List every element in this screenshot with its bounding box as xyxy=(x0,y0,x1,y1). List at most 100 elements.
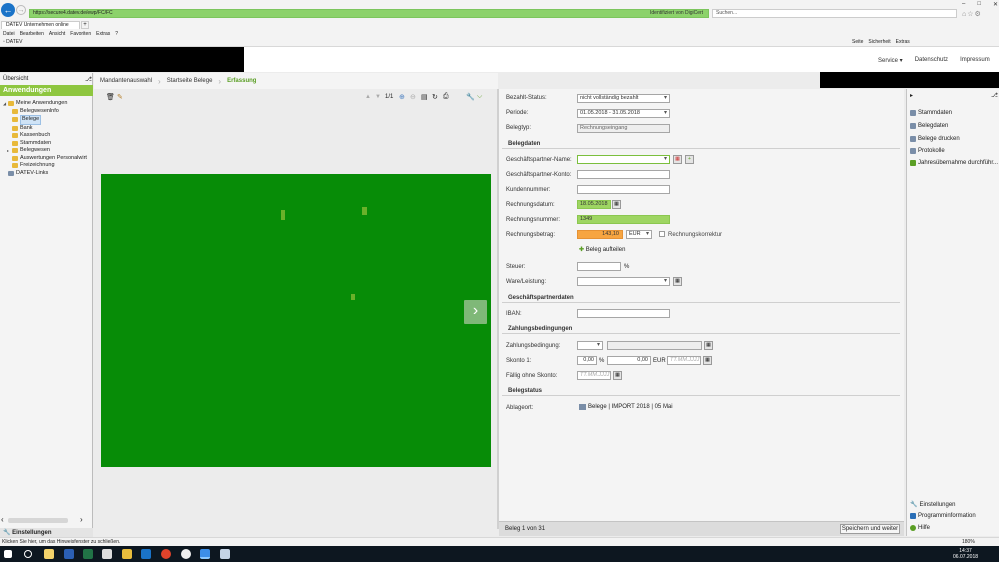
tool-sicherheit[interactable]: Sicherheit xyxy=(868,39,890,46)
calendar-icon[interactable]: ▦ xyxy=(703,356,712,365)
panel-stammdaten[interactable]: Stammdaten xyxy=(910,110,952,116)
tools-icon[interactable]: 🔧 xyxy=(466,93,475,101)
menu-favoriten[interactable]: Favoriten xyxy=(70,30,91,38)
close-icon[interactable]: ✕ xyxy=(993,1,998,9)
status-hint[interactable]: Klicken Sie hier, um das Hinweisfenster … xyxy=(2,539,120,545)
app2-icon[interactable] xyxy=(220,549,230,559)
zahlung-lookup-button[interactable]: ▦ xyxy=(704,341,713,350)
url-input[interactable]: https://secure4.datev.de/ewp/FC/FC xyxy=(29,9,709,18)
print-icon[interactable]: ⎙ xyxy=(443,93,449,101)
calculator-icon[interactable] xyxy=(102,549,112,559)
new-tab-icon[interactable]: + xyxy=(81,21,89,29)
zoom-in-icon[interactable]: ⊕ xyxy=(399,93,405,101)
fit-page-icon[interactable]: ▤ xyxy=(421,93,428,101)
tree-item-freizeichnung[interactable]: Freizeichnung xyxy=(3,162,87,170)
pin-icon[interactable]: ⎇ xyxy=(991,92,998,99)
back-arrow-icon[interactable]: ← xyxy=(1,3,15,17)
tree-item-datev-links[interactable]: DATEV-Links xyxy=(3,170,87,178)
ware-leistung-select[interactable] xyxy=(577,277,670,286)
gp-lookup-button[interactable]: ▦ xyxy=(673,155,682,164)
rotate-icon[interactable]: ↻ xyxy=(432,93,438,101)
collapse-panel-icon[interactable]: ▸ xyxy=(910,92,913,99)
favorites-star-icon[interactable]: ☆ xyxy=(967,11,974,18)
steuer-input[interactable] xyxy=(577,262,621,271)
panel-belege-drucken[interactable]: Belege drucken xyxy=(910,136,960,142)
menu-ansicht[interactable]: Ansicht xyxy=(49,30,65,38)
panel-protokolle[interactable]: Protokolle xyxy=(910,148,945,154)
tool-seite[interactable]: Seite xyxy=(852,39,863,46)
chrome-icon[interactable] xyxy=(161,549,171,559)
tool-extras[interactable]: Extras xyxy=(896,39,910,46)
kundennummer-input[interactable] xyxy=(577,185,670,194)
tree-item-bank[interactable]: Bank xyxy=(3,125,87,133)
menu-extras[interactable]: Extras xyxy=(96,30,110,38)
rechnungskorrektur-checkbox[interactable] xyxy=(659,231,665,237)
internet-explorer-icon[interactable] xyxy=(200,549,210,559)
calendar-icon[interactable]: ▦ xyxy=(612,200,621,209)
faellig-date-input[interactable]: TT.MM.JJJJ xyxy=(577,371,611,380)
menu-datei[interactable]: Datei xyxy=(3,30,15,38)
crumb-startseite[interactable]: Startseite Belege xyxy=(161,78,219,84)
rechnungsnummer-input[interactable]: 1349 xyxy=(577,215,670,224)
zoom-level[interactable]: 180% xyxy=(962,538,975,546)
tree-item-kassenbuch[interactable]: Kassenbuch xyxy=(3,132,87,140)
menu-bearbeiten[interactable]: Bearbeiten xyxy=(20,30,44,38)
crumb-mandantenauswahl[interactable]: Mandantenauswahl xyxy=(94,78,158,84)
explorer-icon[interactable] xyxy=(122,549,132,559)
word-icon[interactable] xyxy=(64,549,74,559)
delete-icon[interactable]: 🗑 xyxy=(106,93,115,101)
save-next-button[interactable]: Speichern und weiter xyxy=(840,524,900,534)
tree-item-belege[interactable]: Belege xyxy=(3,115,87,125)
forward-arrow-icon[interactable]: → xyxy=(16,5,26,15)
menu-help[interactable]: ? xyxy=(115,30,118,38)
datenschutz-link[interactable]: Datenschutz xyxy=(915,57,948,64)
tree-item-stammdaten[interactable]: Stammdaten xyxy=(3,140,87,148)
gp-konto-input[interactable] xyxy=(577,170,670,179)
scroll-left-icon[interactable]: ‹ xyxy=(1,515,4,524)
currency-select[interactable]: EUR xyxy=(626,230,652,239)
clock[interactable]: 14:37 06.07.2018 xyxy=(953,548,978,560)
panel-belegdaten[interactable]: Belegdaten xyxy=(910,123,948,129)
impressum-link[interactable]: Impressum xyxy=(960,57,990,64)
zahlungsbedingung-select[interactable] xyxy=(577,341,603,350)
panel-programminformation[interactable]: Programminformation xyxy=(910,513,976,519)
tree-item-belegwesen[interactable]: ▸ Belegwesen xyxy=(3,147,87,155)
rechnungsdatum-input[interactable]: 18.05.2018 xyxy=(577,200,611,209)
panel-jahresuebernahme[interactable]: Jahresübernahme durchführ... xyxy=(910,160,998,166)
scroll-right-icon[interactable]: › xyxy=(80,515,83,524)
bezahlt-status-select[interactable]: nicht vollständig bezahlt xyxy=(577,94,670,103)
excel-icon[interactable] xyxy=(83,549,93,559)
pin-icon[interactable]: ⎇ xyxy=(85,76,92,83)
certificate-label[interactable]: Identifiziert von DigiCert xyxy=(650,10,703,16)
service-menu[interactable]: Service ▾ xyxy=(878,57,903,64)
first-page-icon[interactable]: ▲ xyxy=(365,94,371,100)
horizontal-scrollbar[interactable] xyxy=(8,518,68,523)
store-icon[interactable] xyxy=(44,549,54,559)
edit-icon[interactable]: ✎ xyxy=(117,93,123,101)
settings-gear-icon[interactable]: ⚙ xyxy=(975,11,982,18)
favorite-datev[interactable]: ▫ DATEV xyxy=(3,39,22,46)
gp-name-combobox[interactable] xyxy=(577,155,670,164)
app-icon[interactable] xyxy=(181,549,191,559)
tree-item-meine-anwendungen[interactable]: ◢ Meine Anwendungen xyxy=(3,100,87,108)
skonto1-date-input[interactable]: TT.MM.JJJJ xyxy=(667,356,701,365)
document-preview[interactable] xyxy=(101,174,491,467)
rechnungsbetrag-input[interactable]: 143,10 xyxy=(577,230,623,239)
tree-item-auswertungen[interactable]: Auswertungen Personalwirt xyxy=(3,155,87,163)
panel-einstellungen[interactable]: 🔧 Einstellungen xyxy=(910,501,956,509)
tree-item-belegwesen-info[interactable]: Belegwesenlnfo xyxy=(3,108,87,116)
applications-header[interactable]: Anwendungen xyxy=(0,85,93,96)
maximize-icon[interactable]: □ xyxy=(977,1,981,9)
iban-input[interactable] xyxy=(577,309,670,318)
prev-page-icon[interactable]: ▼ xyxy=(375,94,381,100)
chevron-down-icon[interactable]: ⌵ xyxy=(477,93,482,101)
panel-hilfe[interactable]: Hilfe xyxy=(910,525,930,531)
zoom-out-icon[interactable]: ⊖ xyxy=(410,93,416,101)
calendar-icon[interactable]: ▦ xyxy=(613,371,622,380)
outlook-icon[interactable] xyxy=(141,549,151,559)
skonto1-amount-input[interactable]: 0,00 xyxy=(607,356,651,365)
gp-add-button[interactable]: + xyxy=(685,155,694,164)
next-document-button[interactable]: › xyxy=(464,300,487,324)
skonto1-percent-input[interactable]: 0,00 xyxy=(577,356,597,365)
periode-select[interactable]: 01.05.2018 - 31.05.2018 xyxy=(577,109,670,118)
